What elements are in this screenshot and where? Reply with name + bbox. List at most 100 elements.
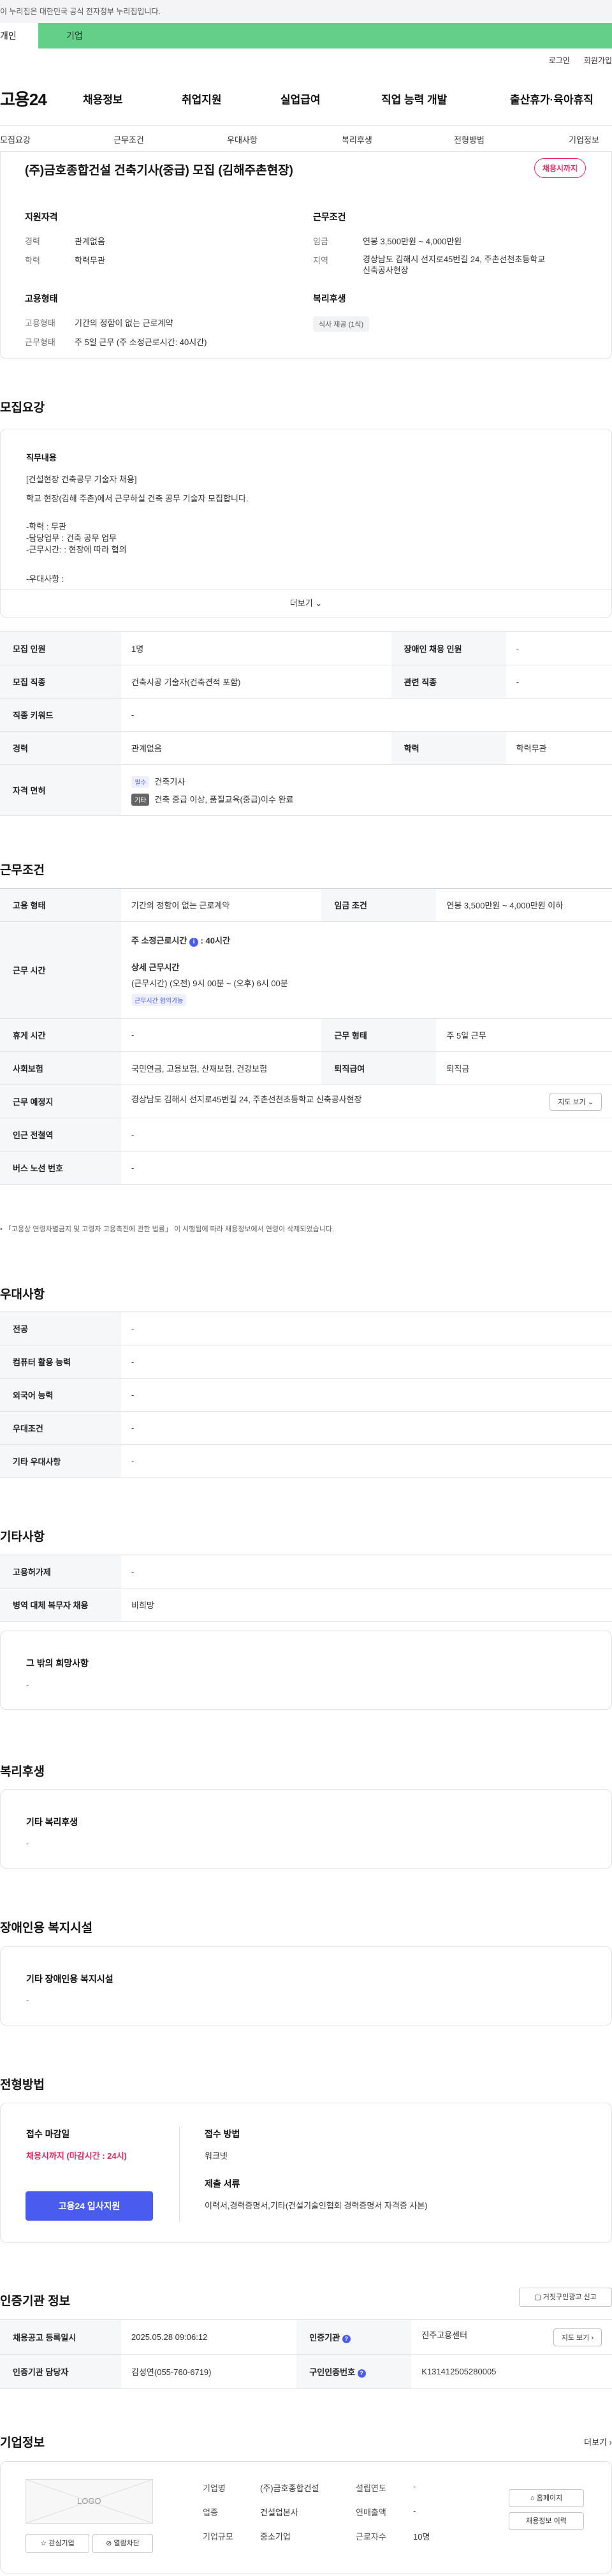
subnav-welfare[interactable]: 복리후생 <box>342 133 372 145</box>
info-icon[interactable]: ? <box>342 2335 351 2343</box>
other-table: 고용허가제 - 병역 대체 복무자 채용 비희망 <box>0 1555 612 1622</box>
desc-line: [건설현장 건축공무 기술자 채용] <box>26 475 137 484</box>
region-value: 경상남도 김해시 선지로45번길 24, 주촌선천초등학교 신축공사현장 <box>363 255 546 275</box>
method-value: 워크넷 <box>205 2151 228 2161</box>
section-work: 근무조건 <box>0 864 45 877</box>
other-chip: 기타 <box>131 793 150 806</box>
agency-table: 채용공고 등록일시 2025.05.28 09:06:12 인증기관 ? 진주고용센터… <box>0 2320 612 2389</box>
severance-value: 퇴직금 <box>436 1051 612 1085</box>
manager-label: 인증기관 담당자 <box>0 2354 121 2389</box>
report-button[interactable]: ▢ 거짓구인광고 신고 <box>519 2288 612 2307</box>
agency-map-button[interactable]: 지도 보기 › <box>553 2328 602 2346</box>
desc-line: -학력 : 무관 <box>26 522 67 531</box>
subnav-screening[interactable]: 전형방법 <box>454 133 484 145</box>
sales-label: 연매출액 <box>356 2508 386 2517</box>
work-type-label: 고용 형태 <box>0 888 121 922</box>
docs-label: 제출 서류 <box>205 2179 240 2189</box>
pref-label: 컴퓨터 활용 능력 <box>0 1345 121 1379</box>
welfare-heading: 복리후생 <box>313 293 346 304</box>
job-title: (주)금호종합건설 건축기사(중급) 모집 (김해주촌현장) <box>25 164 293 177</box>
break-label: 휴게 시간 <box>0 1018 121 1052</box>
keyword-label: 직종 키워드 <box>0 698 121 732</box>
manager-value: 김성연(055-760-6719) <box>121 2354 297 2389</box>
deadline-value: 채용시까지 (마감시간 : 24시) <box>26 2151 127 2161</box>
logo-text: LOGO <box>77 2496 101 2506</box>
company-more-link[interactable]: 더보기 › <box>584 2436 612 2448</box>
site-logo[interactable]: 고용24 <box>0 87 47 110</box>
facilities-box-value: - <box>26 1995 29 2005</box>
license-label: 자격 면허 <box>0 764 121 816</box>
job-value: 건축시공 기술자(건축견적 포함) <box>121 665 391 699</box>
wage-cond-label: 임금 조건 <box>321 888 437 922</box>
employees-value: 10명 <box>413 2532 430 2542</box>
status-badge: 채용시까지 <box>534 158 586 178</box>
login-link[interactable]: 로그인 <box>549 56 570 65</box>
gnb-employment-support[interactable]: 취업지원 <box>182 91 222 107</box>
subnav-preferred[interactable]: 우대사항 <box>227 133 258 145</box>
homepage-button[interactable]: ⌂ 홈페이지 <box>509 2489 584 2507</box>
org-value: 진주고용센터 지도 보기 › <box>411 2320 612 2355</box>
work-type-value: 기간의 정함이 없는 근로계약 <box>121 888 322 922</box>
career-value: 관계없음 <box>75 237 105 246</box>
employment-block: 고용형태 고용형태 기간의 정함이 없는 근로계약 근무형태 주 5일 근무 (주 … <box>25 292 293 355</box>
subnav-work[interactable]: 근무조건 <box>113 133 144 145</box>
subnav-company[interactable]: 기업정보 <box>569 133 599 145</box>
gnb-vocational[interactable]: 직업 능력 개발 <box>381 91 447 107</box>
emp-type-value: 기간의 정함이 없는 근로계약 <box>75 318 173 328</box>
info-icon[interactable]: ? <box>357 2369 366 2378</box>
job-summary-card: (주)금호종합건설 건축기사(중급) 모집 (김해주촌현장) 채용시까지 지원자… <box>0 152 612 359</box>
career-label: 경력 <box>25 237 40 246</box>
section-other: 기타사항 <box>0 1530 45 1544</box>
description-more-button[interactable]: 더보기 ⌄ <box>1 589 611 617</box>
section-facilities: 장애인용 복지시설 <box>0 1921 93 1935</box>
gnb-parental-leave[interactable]: 출산휴가·육아휴직 <box>510 91 594 107</box>
signup-link[interactable]: 회원가입 <box>584 56 612 65</box>
gnb-jobs[interactable]: 채용정보 <box>83 91 123 107</box>
desc-line: -근무시간: : 현장에 따라 협의 <box>26 545 127 554</box>
related-value: - <box>506 665 612 699</box>
welfare-summary-block: 복리후생 식사 제공 (1식) <box>313 292 581 332</box>
welfare-chip: 식사 제공 (1식) <box>313 316 370 332</box>
utility-links: 로그인 회원가입 <box>535 55 612 66</box>
history-button[interactable]: 채용정보 이력 <box>509 2512 584 2530</box>
wage-value: 연봉 3,500만원 ~ 4,000만원 <box>363 237 462 246</box>
org-label: 인증기관 ? <box>296 2320 412 2355</box>
location-value: 경상남도 김해시 선지로45번길 24, 주촌선천초등학교 신축공사현장 지도 보… <box>121 1084 612 1118</box>
apply-button[interactable]: 고용24 입사지원 <box>26 2191 153 2221</box>
section-company: 기업정보 <box>0 2436 45 2450</box>
emp-hours-label: 근무형태 <box>25 337 55 347</box>
sub-nav: 모집요강 근무조건 우대사항 복리후생 전형방법 기업정보 <box>0 125 612 152</box>
block-button[interactable]: ⊘ 열람차단 <box>92 2534 153 2553</box>
tab-corporate[interactable]: 기업 <box>38 23 612 48</box>
industry-value: 건설업본사 <box>260 2508 298 2517</box>
pref-label: 우대조건 <box>0 1411 121 1445</box>
interest-button[interactable]: ☆ 관심기업 <box>26 2534 89 2553</box>
pref-label: 기타 우대사항 <box>0 1444 121 1478</box>
gnb-unemployment[interactable]: 실업급여 <box>280 91 321 107</box>
preferred-table: 전공 - 컴퓨터 활용 능력 - 외국어 능력 - 우대조건 - 기타 우대사항 - <box>0 1312 612 1478</box>
subnav-recruit[interactable]: 모집요강 <box>0 133 31 145</box>
company-name-label: 기업명 <box>203 2483 226 2493</box>
edu-value: 학력무관 <box>506 731 612 765</box>
tab-individual[interactable]: 개인 <box>0 23 38 48</box>
welfare-box-heading: 기타 복리후생 <box>26 1817 78 1827</box>
map-button[interactable]: 지도 보기 ⌄ <box>550 1092 602 1111</box>
severance-label: 퇴직급여 <box>321 1051 437 1085</box>
headcount-value: 1명 <box>121 632 391 665</box>
other-label: 병역 대체 복무자 채용 <box>0 1588 121 1622</box>
desc-line: -우대사항 : <box>26 574 64 584</box>
facilities-box: 기타 장애인용 복지시설 - <box>0 1946 612 2025</box>
section-recruit: 모집요강 <box>0 401 45 415</box>
screening-box: 접수 마감일 채용시까지 (마감시간 : 24시) 접수 방법 워크넷 제출 서… <box>0 2103 612 2243</box>
pref-value: - <box>121 1345 612 1379</box>
founded-value: - <box>413 2482 416 2491</box>
work-hours-value: 주 소정근로시간 i : 40시간 상세 근무시간 (근무시간) (오전) 9시… <box>121 921 612 1019</box>
pref-value: - <box>121 1378 612 1412</box>
facilities-box-heading: 기타 장애인용 복지시설 <box>26 1974 113 1984</box>
job-label: 모집 직종 <box>0 665 121 699</box>
other-label: 고용허가제 <box>0 1555 121 1588</box>
related-label: 관련 직종 <box>391 665 506 699</box>
info-icon[interactable]: i <box>189 938 198 947</box>
insurance-value: 국민연금, 고용보험, 산재보험, 건강보험 <box>121 1051 322 1085</box>
size-label: 기업규모 <box>203 2532 233 2542</box>
